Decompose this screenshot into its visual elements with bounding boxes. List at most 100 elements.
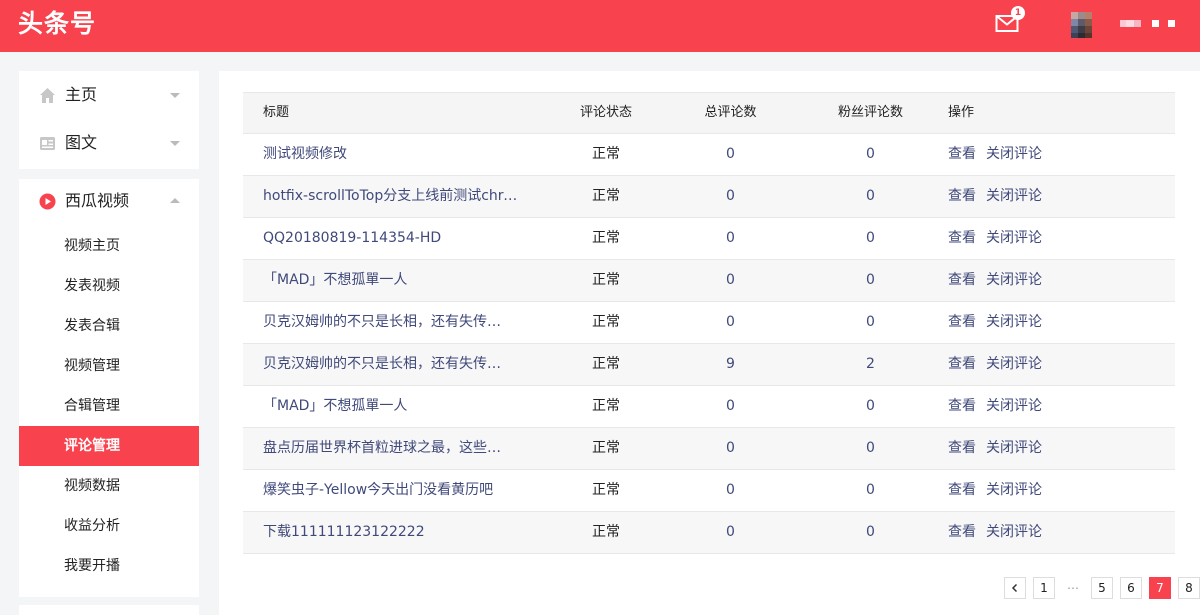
- sidebar-subitem-publish-video[interactable]: 发表视频: [19, 266, 199, 306]
- table-row: hotfix-scrollToTop分支上线前测试chro… 正常 0 0 查看 关闭评论: [243, 176, 1175, 218]
- comment-status: 正常: [592, 482, 620, 498]
- fan-comments: 0: [866, 482, 875, 498]
- sidebar-item-articles[interactable]: 图文: [19, 119, 199, 167]
- table-row: 「MAD」不想孤單一人 正常 0 0 查看 关闭评论: [243, 386, 1175, 428]
- total-comments: 0: [726, 230, 735, 246]
- sidebar-subitem-video-data[interactable]: 视频数据: [19, 466, 199, 506]
- video-title-link[interactable]: 「MAD」不想孤單一人: [263, 386, 523, 426]
- comment-status: 正常: [592, 524, 620, 540]
- sidebar-subitem-collection-management[interactable]: 合辑管理: [19, 386, 199, 426]
- app-logo[interactable]: 头条号: [18, 8, 96, 40]
- mail-count-badge: 1: [1011, 6, 1025, 20]
- close-comments-button[interactable]: 关闭评论: [986, 188, 1042, 204]
- sidebar-subitem-label: 发表合辑: [64, 318, 120, 334]
- sidebar-item-label: 图文: [65, 133, 98, 152]
- total-comments: 0: [726, 188, 735, 204]
- column-header-title: 标题: [263, 105, 290, 120]
- view-button[interactable]: 查看: [948, 482, 976, 498]
- avatar[interactable]: [1071, 12, 1097, 38]
- close-comments-button[interactable]: 关闭评论: [986, 440, 1042, 456]
- close-comments-button[interactable]: 关闭评论: [986, 398, 1042, 414]
- fan-comments: 0: [866, 440, 875, 456]
- page-button-6[interactable]: 6: [1120, 577, 1142, 599]
- close-comments-button[interactable]: 关闭评论: [986, 482, 1042, 498]
- video-title-link[interactable]: 盘点历届世界杯首粒进球之最，这些…: [263, 428, 523, 468]
- sidebar-subitem-label: 我要开播: [64, 558, 120, 574]
- view-button[interactable]: 查看: [948, 272, 976, 288]
- sidebar-item-label: 主页: [65, 85, 98, 104]
- sidebar-subitem-label: 视频主页: [64, 238, 120, 254]
- view-button[interactable]: 查看: [948, 146, 976, 162]
- view-button[interactable]: 查看: [948, 230, 976, 246]
- sidebar-item-home[interactable]: 主页: [19, 71, 199, 119]
- home-icon: [40, 88, 55, 103]
- table-row: 下载111111123122222 正常 0 0 查看 关闭评论: [243, 512, 1175, 554]
- page-button-5[interactable]: 5: [1091, 577, 1113, 599]
- view-button[interactable]: 查看: [948, 356, 976, 372]
- view-button[interactable]: 查看: [948, 188, 976, 204]
- view-button[interactable]: 查看: [948, 440, 976, 456]
- fan-comments: 0: [866, 188, 875, 204]
- sidebar-subitem-revenue-analysis[interactable]: 收益分析: [19, 506, 199, 546]
- sidebar-subitem-go-live[interactable]: 我要开播: [19, 546, 199, 586]
- sidebar-video-section: 西瓜视频 视频主页 发表视频 发表合辑 视频管理 合辑管理 评论管理 视频数据 …: [19, 179, 199, 597]
- sidebar-subitem-video-management[interactable]: 视频管理: [19, 346, 199, 386]
- sidebar-more-section: [19, 605, 199, 615]
- page-button-7[interactable]: 7: [1149, 577, 1171, 599]
- row-actions: 查看 关闭评论: [948, 218, 1052, 258]
- close-comments-button[interactable]: 关闭评论: [986, 314, 1042, 330]
- table-row: 爆笑虫子-Yellow今天出门没看黄历吧 正常 0 0 查看 关闭评论: [243, 470, 1175, 512]
- sidebar-subitem-comment-management[interactable]: 评论管理: [19, 426, 199, 466]
- table-row: 贝克汉姆帅的不只是长相，还有失传… 正常 9 2 查看 关闭评论: [243, 344, 1175, 386]
- chevron-down-icon: [170, 93, 180, 98]
- page-button-8[interactable]: 8: [1178, 577, 1200, 599]
- row-actions: 查看 关闭评论: [948, 134, 1052, 174]
- fan-comments: 0: [866, 398, 875, 414]
- view-button[interactable]: 查看: [948, 524, 976, 540]
- top-header: 头条号 1: [0, 0, 1200, 52]
- video-title-link[interactable]: 贝克汉姆帅的不只是长相，还有失传…: [263, 302, 523, 342]
- sidebar-subitem-label: 视频数据: [64, 478, 120, 494]
- video-title-link[interactable]: 爆笑虫子-Yellow今天出门没看黄历吧: [263, 470, 523, 510]
- video-title-link[interactable]: hotfix-scrollToTop分支上线前测试chro…: [263, 176, 523, 216]
- fan-comments: 0: [866, 524, 875, 540]
- video-title-link[interactable]: QQ20180819-114354-HD: [263, 218, 523, 258]
- close-comments-button[interactable]: 关闭评论: [986, 146, 1042, 162]
- comment-management-panel: 标题 评论状态 总评论数 粉丝评论数 操作 测试视频修改 正常 0 0 查看 关闭评论 ho…: [219, 71, 1200, 615]
- sidebar-subitem-label: 合辑管理: [64, 398, 120, 414]
- page-button-1[interactable]: 1: [1033, 577, 1055, 599]
- total-comments: 0: [726, 440, 735, 456]
- video-title-link[interactable]: 下载111111123122222: [263, 512, 523, 552]
- column-header-ops: 操作: [948, 105, 975, 120]
- comment-status: 正常: [592, 440, 620, 456]
- article-icon: [40, 137, 55, 150]
- fan-comments: 0: [866, 146, 875, 162]
- comment-status: 正常: [592, 188, 620, 204]
- row-actions: 查看 关闭评论: [948, 302, 1052, 342]
- comment-status: 正常: [592, 356, 620, 372]
- close-comments-button[interactable]: 关闭评论: [986, 272, 1042, 288]
- close-comments-button[interactable]: 关闭评论: [986, 230, 1042, 246]
- fan-comments: 0: [866, 230, 875, 246]
- row-actions: 查看 关闭评论: [948, 176, 1052, 216]
- video-title-link[interactable]: 测试视频修改: [263, 134, 523, 174]
- table-row: 「MAD」不想孤單一人 正常 0 0 查看 关闭评论: [243, 260, 1175, 302]
- close-comments-button[interactable]: 关闭评论: [986, 524, 1042, 540]
- username-obscured[interactable]: [1120, 20, 1182, 28]
- table-row: QQ20180819-114354-HD 正常 0 0 查看 关闭评论: [243, 218, 1175, 260]
- sidebar-item-xigua-video[interactable]: 西瓜视频: [19, 179, 199, 227]
- sidebar-item-label: 西瓜视频: [65, 191, 130, 210]
- sidebar-subitem-video-home[interactable]: 视频主页: [19, 226, 199, 266]
- prev-page-button[interactable]: [1004, 577, 1026, 599]
- close-comments-button[interactable]: 关闭评论: [986, 356, 1042, 372]
- video-title-link[interactable]: 贝克汉姆帅的不只是长相，还有失传…: [263, 344, 523, 384]
- video-title-link[interactable]: 「MAD」不想孤單一人: [263, 260, 523, 300]
- total-comments: 0: [726, 524, 735, 540]
- comment-status: 正常: [592, 146, 620, 162]
- pagination-ellipsis: …: [1067, 578, 1079, 592]
- comment-status: 正常: [592, 272, 620, 288]
- total-comments: 0: [726, 482, 735, 498]
- sidebar-subitem-publish-collection[interactable]: 发表合辑: [19, 306, 199, 346]
- view-button[interactable]: 查看: [948, 314, 976, 330]
- view-button[interactable]: 查看: [948, 398, 976, 414]
